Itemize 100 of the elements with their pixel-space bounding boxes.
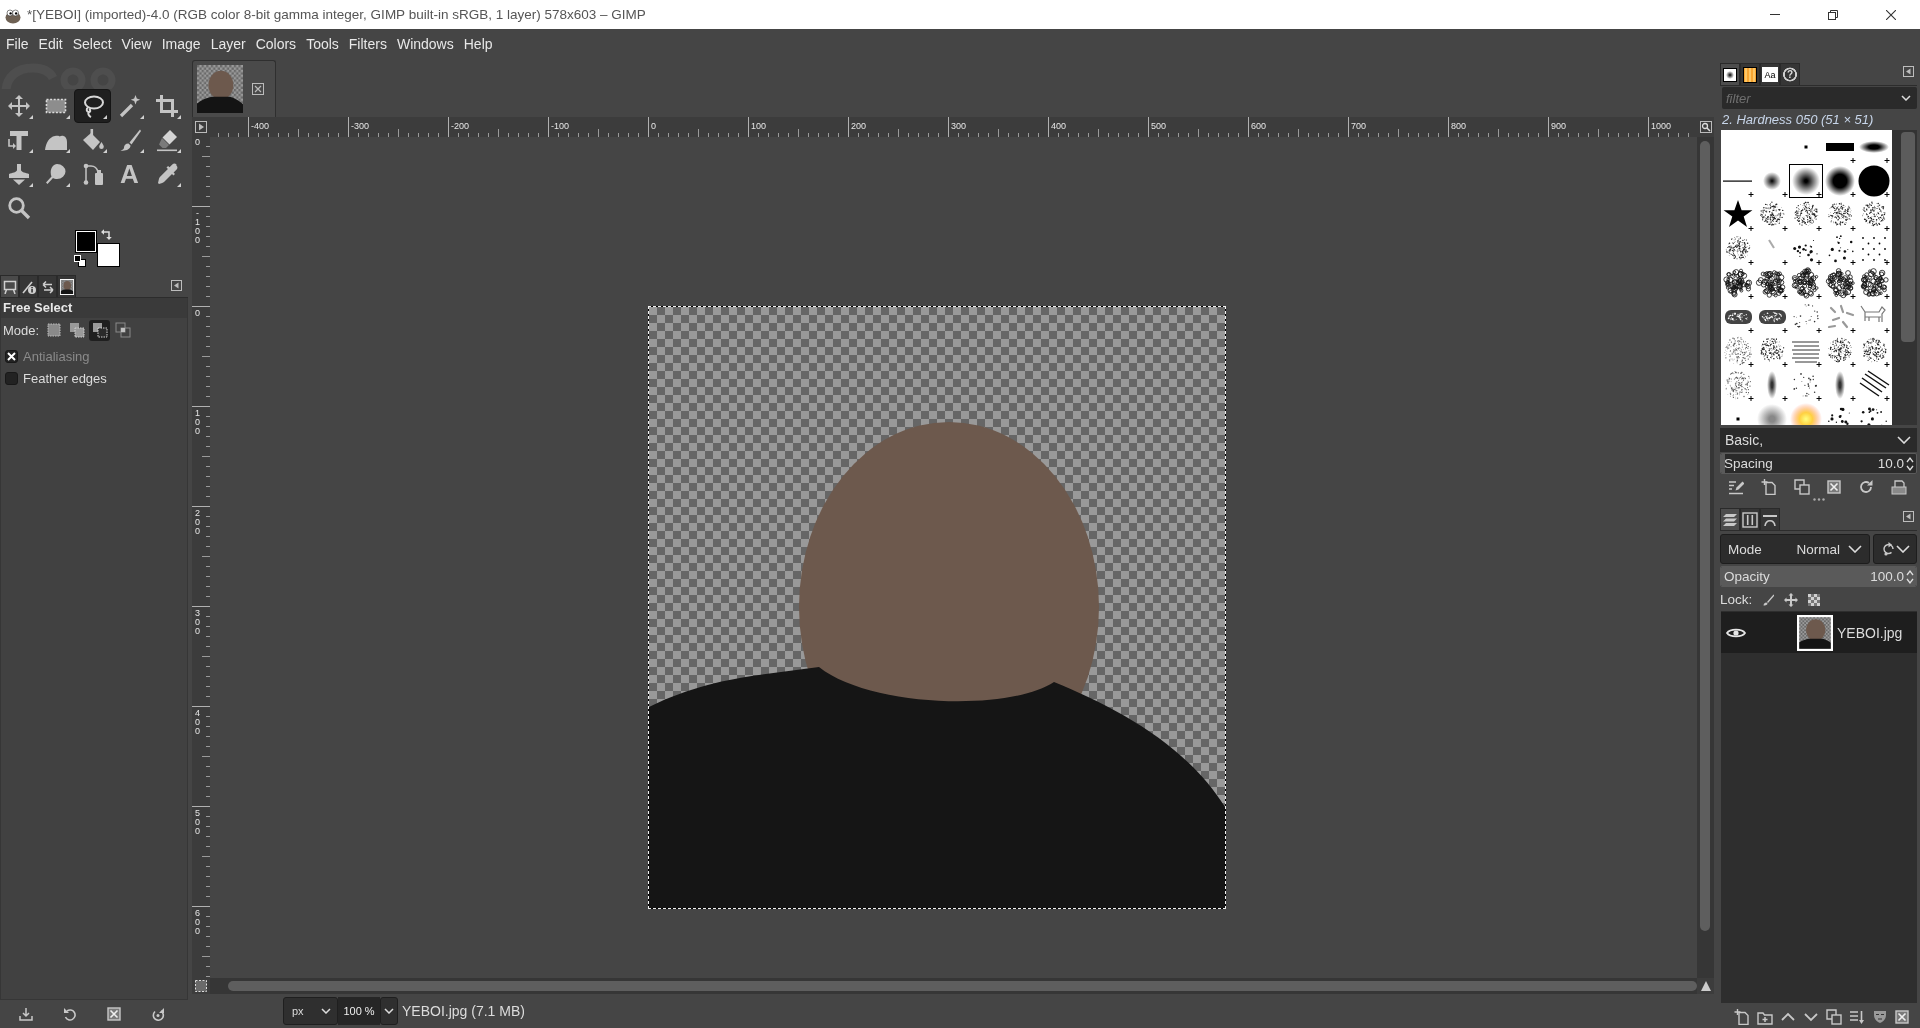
dashed-square-icon[interactable]: [195, 980, 207, 992]
x-box-icon[interactable]: [1827, 479, 1841, 494]
filter-field[interactable]: filter: [1722, 87, 1917, 109]
panel-menu-icon[interactable]: [1903, 511, 1914, 522]
chevron-down-icon[interactable]: [1848, 545, 1862, 553]
magic-wand-icon: [117, 94, 142, 118]
sponge-brush-icon[interactable]: [1721, 266, 1755, 300]
soft-circle-brush-icon[interactable]: [1789, 164, 1823, 198]
brush-name: 2. Hardness 050 (51 × 51): [1722, 112, 1874, 127]
unit-dropdown[interactable]: px: [283, 997, 338, 1025]
layer-row[interactable]: YEBOI.jpg: [1721, 612, 1917, 653]
spin-arrows-icon[interactable]: [1906, 568, 1914, 585]
reset-arrow-icon[interactable]: [151, 1007, 165, 1021]
background-swatch-icon[interactable]: [97, 243, 120, 267]
menu-item[interactable]: Tools: [301, 32, 344, 55]
menu-item[interactable]: Layer: [205, 32, 251, 55]
cross-mark-icon: [7, 351, 16, 361]
foreground-swatch-icon[interactable]: [75, 230, 97, 253]
circle-brush-icon[interactable]: [1857, 164, 1891, 198]
menu-item[interactable]: Edit: [33, 32, 68, 55]
scrollbar-thumb[interactable]: [228, 981, 1697, 991]
tool-button[interactable]: A: [111, 157, 148, 191]
chevron-down-icon[interactable]: [1896, 545, 1910, 553]
scrollbar[interactable]: [1697, 137, 1714, 978]
panel-menu-icon[interactable]: [171, 279, 182, 291]
save-to-tray-icon[interactable]: [19, 1007, 33, 1021]
sponge-brush-icon[interactable]: [1823, 266, 1857, 300]
menu-item[interactable]: Help: [458, 32, 498, 55]
fuzzy-circle-brush-icon[interactable]: [1823, 164, 1857, 198]
columns-icon: [1742, 511, 1758, 528]
dock-tab[interactable]: [19, 275, 38, 297]
smudge-icon: [43, 162, 68, 186]
menu-item[interactable]: Filters: [343, 32, 392, 55]
x-box-icon[interactable]: [1895, 1009, 1909, 1024]
mode-dropdown[interactable]: Mode Normal: [1720, 534, 1870, 564]
star-brush-icon[interactable]: [1721, 198, 1755, 232]
menu-item[interactable]: View: [116, 32, 157, 55]
hatch-brush-icon[interactable]: [1857, 368, 1891, 402]
checkerboard-icon[interactable]: [1808, 593, 1821, 606]
dock-tab[interactable]: [38, 275, 57, 297]
menu-item[interactable]: File: [1, 32, 34, 55]
ruler-label: -100: [551, 121, 569, 131]
dock-tab[interactable]: [1740, 63, 1760, 85]
image-tab[interactable]: [192, 60, 276, 117]
dock-tab[interactable]: [57, 275, 76, 297]
mode-button[interactable]: [89, 319, 111, 341]
dock-tab[interactable]: [1720, 508, 1740, 530]
eye-icon[interactable]: [1726, 626, 1746, 639]
scrollbar[interactable]: [1892, 130, 1917, 425]
chevron-down-icon[interactable]: [321, 1008, 331, 1014]
zoom-field[interactable]: 100 %: [338, 997, 380, 1025]
menu-item[interactable]: Select: [67, 32, 117, 55]
rotate-icon[interactable]: [1882, 542, 1896, 556]
spin-arrows-icon[interactable]: [1906, 455, 1914, 472]
dock-tab[interactable]: [1760, 508, 1780, 530]
new-page-icon[interactable]: [1734, 1008, 1750, 1025]
scrollbar-thumb[interactable]: [1901, 132, 1915, 342]
tray-page-icon[interactable]: [1891, 478, 1907, 495]
cross-arrows-icon[interactable]: [1784, 592, 1799, 607]
tag-field[interactable]: Basic,: [1720, 428, 1917, 452]
arrow-menu-icon[interactable]: [195, 121, 207, 133]
chevron-down-icon[interactable]: [384, 1008, 394, 1014]
merge-down-icon[interactable]: [1849, 1008, 1865, 1025]
zoom-dropdown-button[interactable]: [380, 997, 398, 1025]
dock-tab[interactable]: [1740, 508, 1760, 530]
duplicate-icon[interactable]: [1826, 1008, 1842, 1025]
navigate-arrow-icon[interactable]: [1699, 980, 1712, 992]
sponge-brush-icon[interactable]: [1789, 266, 1823, 300]
new-page-icon[interactable]: [1761, 478, 1777, 495]
tool-button[interactable]: [74, 89, 111, 123]
edit-icon[interactable]: [1728, 478, 1744, 495]
menu-item[interactable]: Colors: [250, 32, 302, 55]
undo-arrow-icon[interactable]: [63, 1007, 77, 1021]
mask-icon[interactable]: [1872, 1008, 1888, 1025]
swap-arrows-icon[interactable]: [101, 229, 112, 240]
ruler-label: 1000: [1651, 121, 1672, 131]
magnifier-icon[interactable]: [1699, 121, 1712, 133]
spacing-slider[interactable]: Spacing 10.0: [1720, 453, 1917, 474]
dock-tab[interactable]: [1720, 63, 1740, 85]
mode-button[interactable]: [112, 319, 134, 341]
refresh-icon[interactable]: [1858, 478, 1874, 495]
drag-handle-icon[interactable]: [1812, 498, 1825, 501]
opacity-slider[interactable]: Opacity 100.0: [1720, 566, 1917, 587]
scrollbar[interactable]: [210, 978, 1697, 994]
paintbrush-icon[interactable]: [1762, 593, 1775, 606]
scrollbar-thumb[interactable]: [1700, 141, 1710, 931]
default-colors-icon[interactable]: [74, 255, 86, 267]
menu-item[interactable]: Image: [156, 32, 206, 55]
composite-dropdown[interactable]: [1873, 534, 1917, 564]
panel-menu-icon[interactable]: [1903, 66, 1914, 77]
menu-item[interactable]: Windows: [391, 32, 459, 55]
dock-tab[interactable]: [0, 275, 19, 297]
checkbox[interactable]: [5, 371, 18, 385]
chevron-down-icon[interactable]: [1897, 436, 1911, 444]
duplicate-icon[interactable]: [1794, 478, 1810, 495]
dock-tab[interactable]: ?: [1780, 63, 1800, 85]
chevron-down-icon[interactable]: [1901, 95, 1911, 101]
x-box-icon[interactable]: [107, 1007, 121, 1021]
close-icon[interactable]: [252, 83, 264, 95]
dock-tab[interactable]: Aa: [1760, 63, 1780, 85]
